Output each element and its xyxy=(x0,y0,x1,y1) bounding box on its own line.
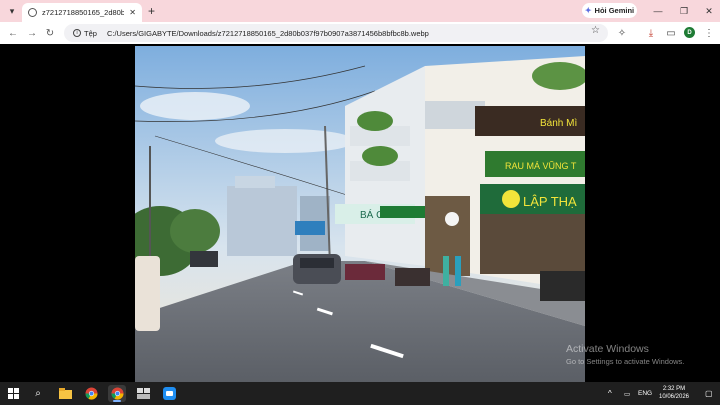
language-indicator[interactable]: ENG xyxy=(638,385,652,402)
search-icon[interactable]: ⌕ xyxy=(29,385,47,402)
address-bar[interactable]: i Tệp C:/Users/GIGABYTE/Downloads/z72127… xyxy=(64,24,608,42)
start-windows-icon[interactable] xyxy=(4,385,22,402)
watermark-title: Activate Windows xyxy=(566,343,649,355)
download-icon[interactable]: ⤓ xyxy=(643,25,659,41)
tab-search-chevron-icon[interactable]: ▾ xyxy=(4,3,20,19)
close-window-icon[interactable]: ✕ xyxy=(701,3,717,19)
info-icon: i xyxy=(73,29,81,37)
reload-icon[interactable]: ↻ xyxy=(42,25,58,41)
ask-gemini-label: Hỏi Gemini xyxy=(594,6,635,15)
street-photo-graphic: BÁ CHA Bánh Mì RAU MÁ VŨNG T LẬP THẠ xyxy=(135,46,585,382)
chrome-icon[interactable] xyxy=(82,385,100,402)
tab-title: z7212718850165_2d80b037f97 xyxy=(42,8,125,17)
shop-sign-banh-mi: Bánh Mì xyxy=(540,118,577,129)
new-tab-button[interactable]: + xyxy=(148,4,155,18)
zalo-icon[interactable] xyxy=(160,385,178,402)
windows-taskbar: ⌕ ^ ▭ ENG 2:32 PM 10/06/2026 ▢ xyxy=(0,382,720,405)
profile-avatar[interactable]: D xyxy=(684,27,695,38)
windows-logo-icon xyxy=(7,388,19,399)
bookmark-star-icon[interactable]: ☆ xyxy=(591,25,600,36)
clock-date: 10/06/2026 xyxy=(658,394,690,400)
activate-windows-watermark: Activate Windows Go to Settings to activ… xyxy=(566,343,684,366)
extensions-icon[interactable]: ✧ xyxy=(614,25,630,41)
browser-toolbar: ← → ↻ i Tệp C:/Users/GIGABYTE/Downloads/… xyxy=(0,22,720,44)
notification-icon[interactable]: ▢ xyxy=(705,385,713,402)
shop-sign-lap-thach: LẬP THẠ xyxy=(523,194,577,209)
back-arrow-icon[interactable]: ← xyxy=(5,25,21,41)
globe-icon xyxy=(28,8,37,17)
url-text[interactable]: C:/Users/GIGABYTE/Downloads/z72127188501… xyxy=(107,29,429,38)
tray-chevron-icon[interactable]: ^ xyxy=(608,385,612,402)
tab-groups-icon[interactable]: ▭ xyxy=(663,25,679,41)
ask-gemini-button[interactable]: ✦ Hỏi Gemini xyxy=(582,3,637,18)
system-clock[interactable]: 2:32 PM 10/06/2026 xyxy=(655,385,693,401)
chrome-active-window-icon[interactable] xyxy=(108,385,126,402)
minimize-window-icon[interactable]: — xyxy=(650,3,666,19)
forward-arrow-icon[interactable]: → xyxy=(24,25,40,41)
street-photo: BÁ CHA Bánh Mì RAU MÁ VŨNG T LẬP THẠ xyxy=(135,46,585,382)
app-switcher-icon[interactable] xyxy=(134,385,152,402)
site-info-chip[interactable]: i Tệp xyxy=(68,26,102,40)
gemini-sparkle-icon: ✦ xyxy=(584,6,592,15)
tab-strip: ▾ z7212718850165_2d80b037f97 ✕ + ✦ Hỏi G… xyxy=(0,0,720,22)
file-explorer-icon[interactable] xyxy=(56,385,74,402)
browser-tab-active[interactable]: z7212718850165_2d80b037f97 ✕ xyxy=(22,3,142,22)
clock-time: 2:32 PM xyxy=(662,386,686,392)
network-icon[interactable]: ▭ xyxy=(624,385,630,402)
site-chip-label: Tệp xyxy=(84,28,97,38)
watermark-subtitle: Go to Settings to activate Windows. xyxy=(566,357,685,366)
restore-window-icon[interactable]: ❐ xyxy=(676,3,692,19)
shop-sign-rau-ma: RAU MÁ VŨNG T xyxy=(505,161,577,171)
tab-close-icon[interactable]: ✕ xyxy=(129,8,136,17)
more-menu-icon[interactable]: ⋮ xyxy=(701,25,717,41)
image-viewer: BÁ CHA Bánh Mì RAU MÁ VŨNG T LẬP THẠ xyxy=(0,44,720,382)
